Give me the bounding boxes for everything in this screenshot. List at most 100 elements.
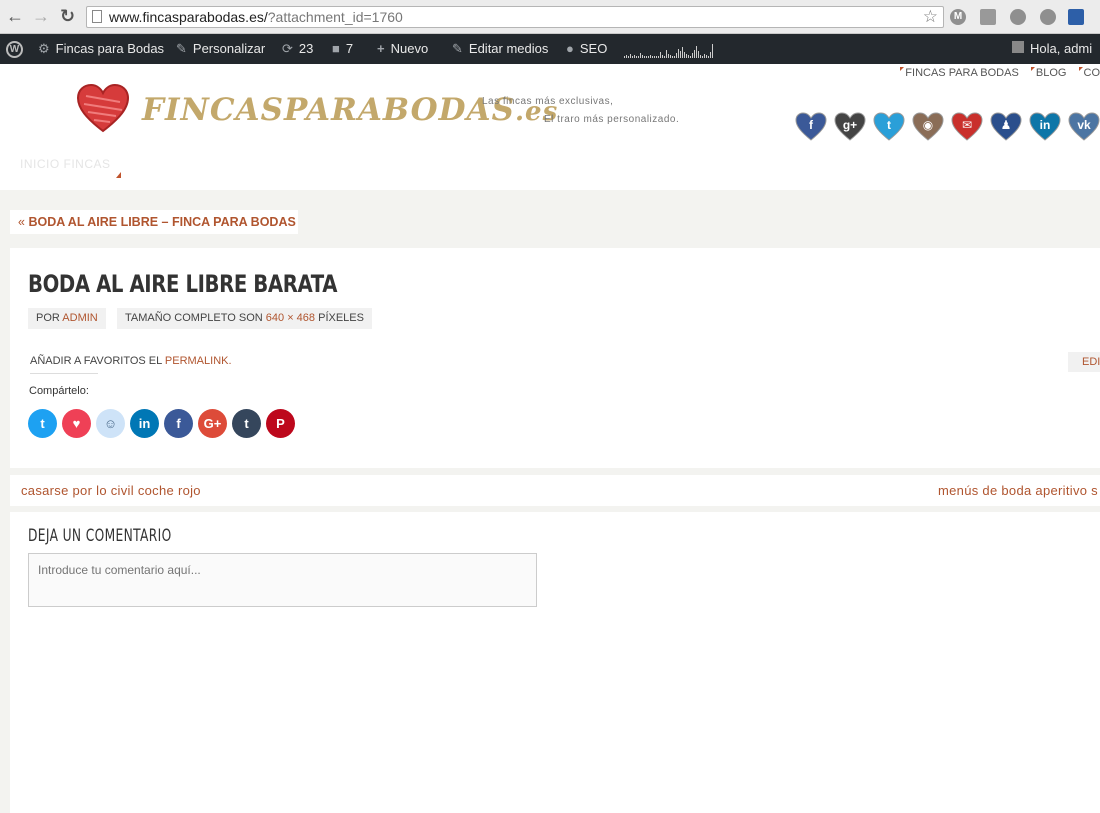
seo-dot-icon: ● (566, 41, 574, 56)
email-glyph: ✉ (961, 118, 973, 132)
admin-site-name-label: Fincas para Bodas (55, 41, 165, 56)
linkedin-glyph: in (1039, 118, 1051, 132)
comment-bubble-icon: ■ (332, 41, 340, 56)
attachment-article: BODA AL AIRE LIBRE BARATA POR ADMIN TAMA… (10, 248, 1100, 468)
meta-size-prefix: TAMAÑO COMPLETO SON (125, 312, 263, 324)
nav-inicio-fincas[interactable]: INICIO FINCAS (20, 157, 111, 171)
facebook-icon[interactable]: f (795, 112, 827, 142)
address-bar[interactable]: www.fincasparabodas.es/?attachment_id=17… (86, 6, 944, 28)
previous-image-link[interactable]: casarse por lo civil coche rojo (21, 475, 201, 506)
logo-main: FINCASPARABODAS (142, 92, 515, 128)
meta-size-suffix: PÍXELES (318, 312, 364, 324)
vk-glyph: vk (1077, 118, 1091, 132)
extension-m-icon[interactable]: M (950, 9, 966, 25)
page-title: BODA AL AIRE LIBRE BARATA (28, 270, 338, 298)
top-menu-contact[interactable]: CO (1084, 67, 1100, 79)
admin-updates[interactable]: ⟳ 23 (282, 41, 313, 57)
share-tumblr-button[interactable]: t (232, 409, 261, 438)
twitter-glyph: t (887, 118, 891, 132)
brush-icon: ✎ (176, 41, 187, 56)
share-pinterest-button[interactable]: P (266, 409, 295, 438)
browser-toolbar: ← → ↻ www.fincasparabodas.es/?attachment… (0, 0, 1100, 34)
admin-seo-label: SEO (579, 41, 608, 56)
forward-icon[interactable]: → (32, 6, 50, 26)
google-plus-glyph: g+ (842, 118, 858, 132)
edit-link[interactable]: EDI (1068, 352, 1100, 372)
permalink-link[interactable]: PERMALINK (165, 355, 229, 367)
seo-traffic-graph (624, 42, 716, 58)
share-facebook-button[interactable]: f (164, 409, 193, 438)
extension-circle-icon[interactable] (1010, 9, 1026, 25)
nav-dropdown-arrow-icon (116, 172, 121, 178)
admin-comments[interactable]: ■ 7 (332, 41, 353, 56)
wp-admin-bar: W ⚙ Fincas para Bodas ✎ Personalizar ⟳ 23 ■… (0, 34, 1100, 64)
breadcrumb-laquo: « (18, 215, 25, 229)
site-header: FINCAS PARA BODAS BLOG CO FINCASPARABODA… (0, 64, 1100, 190)
meta-author: POR ADMIN (28, 308, 106, 329)
breadcrumb-parent-link[interactable]: « BODA AL AIRE LIBRE – FINCA PARA BODAS (10, 210, 298, 234)
top-menu-blog[interactable]: BLOG (1036, 67, 1067, 79)
top-menu: FINCAS PARA BODAS BLOG CO (891, 67, 1100, 79)
author-link[interactable]: ADMIN (62, 312, 97, 324)
admin-seo[interactable]: ● SEO (566, 41, 607, 56)
share-label: Compártelo: (29, 385, 89, 397)
twitter-icon[interactable]: t (873, 112, 905, 142)
next-image-link[interactable]: menús de boda aperitivo s (938, 475, 1098, 506)
plus-icon: + (377, 41, 385, 56)
full-size-link[interactable]: 640 × 468 (266, 312, 315, 324)
comments-title: DEJA UN COMENTARIO (28, 526, 172, 546)
admin-customize-label: Personalizar (192, 41, 266, 56)
vk-icon[interactable]: vk (1068, 112, 1100, 142)
meta-by-prefix: POR (36, 312, 60, 324)
email-icon[interactable]: ✉ (951, 112, 983, 142)
reload-icon[interactable]: ↻ (60, 6, 75, 26)
comment-input[interactable] (28, 553, 537, 607)
admin-account[interactable]: Hola, admi (1012, 41, 1092, 56)
divider (30, 373, 98, 374)
admin-comments-count: 7 (345, 41, 354, 56)
favorites-line: AÑADIR A FAVORITOS EL PERMALINK. (30, 355, 232, 367)
myspace-icon[interactable]: ♟ (990, 112, 1022, 142)
back-icon[interactable]: ← (6, 6, 24, 26)
admin-updates-count: 23 (298, 41, 314, 56)
heart-logo-icon[interactable] (76, 83, 130, 139)
post-navigation: casarse por lo civil coche rojo menús de… (10, 475, 1100, 506)
tagline-line-1: Las fincas más exclusivas, (482, 96, 614, 107)
google-plus-icon[interactable]: g+ (834, 112, 866, 142)
admin-customize[interactable]: ✎ Personalizar (176, 41, 265, 57)
meta-image-size: TAMAÑO COMPLETO SON 640 × 468 PÍXELES (117, 308, 372, 329)
extension-user-icon[interactable] (1068, 9, 1084, 25)
myspace-glyph: ♟ (1000, 118, 1012, 132)
top-menu-fincas[interactable]: FINCAS PARA BODAS (905, 67, 1019, 79)
bookmark-star-icon[interactable]: ☆ (923, 7, 938, 27)
tagline-line-2: El traro más personalizado. (544, 114, 680, 125)
admin-site-name[interactable]: ⚙ Fincas para Bodas (38, 41, 164, 57)
fav-prefix: AÑADIR A FAVORITOS EL (30, 355, 162, 367)
share-reddit-button[interactable]: ☺ (96, 409, 125, 438)
extension-pages-icon[interactable] (980, 9, 996, 25)
admin-greeting: Hola, admi (1030, 41, 1093, 56)
dashboard-icon: ⚙ (38, 41, 50, 56)
extension-circle-2-icon[interactable] (1040, 9, 1056, 25)
admin-edit-media-label: Editar medios (468, 41, 549, 56)
social-icons: f g+ t ◉ ✉ ♟ in vk (795, 112, 1100, 142)
share-google-button[interactable]: G+ (198, 409, 227, 438)
admin-new[interactable]: + Nuevo (377, 41, 428, 56)
share-buttons: t ♥ ☺ in f G+ t P (28, 409, 295, 438)
updates-icon: ⟳ (282, 41, 293, 56)
breadcrumb-label: BODA AL AIRE LIBRE – FINCA PARA BODAS (28, 215, 296, 229)
admin-edit-media[interactable]: ✎ Editar medios (452, 41, 548, 57)
admin-new-label: Nuevo (390, 41, 429, 56)
instagram-icon[interactable]: ◉ (912, 112, 944, 142)
linkedin-icon[interactable]: in (1029, 112, 1061, 142)
wordpress-logo-icon[interactable]: W (6, 41, 23, 58)
pencil-icon: ✎ (452, 41, 463, 56)
page-icon (92, 10, 102, 23)
url-query: ?attachment_id=1760 (267, 9, 403, 25)
avatar-icon (1012, 41, 1024, 53)
address-url[interactable]: www.fincasparabodas.es/?attachment_id=17… (109, 9, 403, 25)
share-pocket-button[interactable]: ♥ (62, 409, 91, 438)
share-linkedin-button[interactable]: in (130, 409, 159, 438)
share-twitter-button[interactable]: t (28, 409, 57, 438)
comments-section: DEJA UN COMENTARIO (10, 512, 1100, 813)
